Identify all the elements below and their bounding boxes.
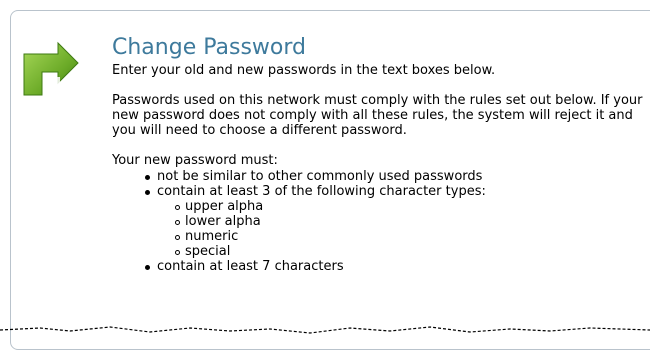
character-types-list: upper alpha lower alpha numeric special [157, 199, 647, 259]
torn-edge-artifact [0, 326, 650, 334]
rules-heading: Your new password must: [112, 153, 278, 168]
character-type-item: lower alpha [175, 214, 647, 229]
page-title: Change Password [112, 35, 306, 60]
policy-text: Passwords used on this network must comp… [112, 93, 643, 138]
rule-item: not be similar to other commonly used pa… [145, 169, 647, 184]
rule-item-text: contain at least 7 characters [157, 259, 344, 274]
rules-list: not be similar to other commonly used pa… [112, 169, 647, 274]
character-type-item: numeric [175, 229, 647, 244]
content-area: Change Password Enter your old and new p… [112, 34, 647, 274]
character-type-item: upper alpha [175, 199, 647, 214]
rule-item-text: contain at least 3 of the following char… [157, 184, 486, 199]
rule-item: contain at least 7 characters [145, 259, 647, 274]
change-password-arrow-icon [22, 40, 80, 98]
page-subtitle: Enter your old and new passwords in the … [112, 63, 496, 78]
rule-item-text: not be similar to other commonly used pa… [157, 169, 483, 184]
rule-item: contain at least 3 of the following char… [145, 184, 647, 259]
character-type-item: special [175, 244, 647, 259]
